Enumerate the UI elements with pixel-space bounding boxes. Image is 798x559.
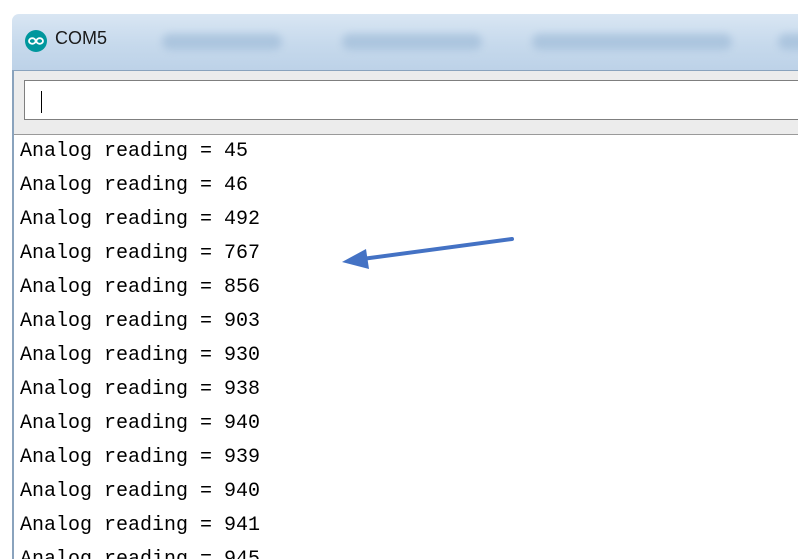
output-line: Analog reading = 856 [20,276,261,299]
output-line: Analog reading = 940 [20,412,261,435]
serial-output-area[interactable]: Analog reading = 45 Analog reading = 46 … [14,134,798,559]
title-bar[interactable]: COM5 [12,14,798,70]
output-line: Analog reading = 492 [20,208,261,231]
output-line: Analog reading = 938 [20,378,261,401]
output-line: Analog reading = 945 [20,549,260,559]
blurred-background-tab [342,34,482,50]
output-line: Analog reading = 940 [20,480,261,503]
output-line: Analog reading = 939 [20,446,261,469]
arduino-infinity-icon [25,30,47,52]
serial-input-field[interactable] [24,80,798,120]
monitor-body: Analog reading = 45 Analog reading = 46 … [12,70,798,559]
serial-monitor-window: COM5 Analog reading = 45 Analog reading … [12,14,798,559]
window-title: COM5 [55,28,108,48]
output-line: Analog reading = 45 [20,140,249,163]
text-caret [41,91,42,113]
blurred-background-tab [162,34,282,50]
output-line: Analog reading = 903 [20,310,261,333]
blurred-background-tab [532,34,732,50]
send-panel [14,71,798,134]
blurred-background-tab [778,34,798,50]
output-line: Analog reading = 46 [20,174,249,197]
output-line: Analog reading = 767 [20,242,261,265]
output-line: Analog reading = 930 [20,344,261,367]
output-line: Analog reading = 941 [20,514,261,537]
